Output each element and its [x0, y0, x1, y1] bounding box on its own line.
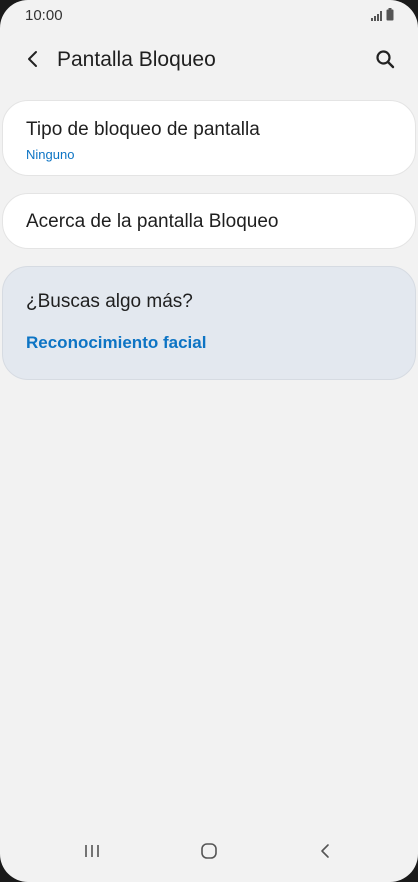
about-lock-screen-setting[interactable]: Acerca de la pantalla Bloqueo — [2, 193, 416, 249]
about-lock-screen-label: Acerca de la pantalla Bloqueo — [26, 211, 279, 232]
back-icon — [319, 843, 331, 864]
chevron-left-icon — [26, 50, 40, 73]
system-back-button[interactable] — [305, 838, 345, 868]
suggestions-card: ¿Buscas algo más? Reconocimiento facial — [2, 266, 416, 380]
app-bar: Pantalla Bloqueo — [0, 40, 418, 82]
recents-icon — [83, 843, 101, 864]
navigation-bar — [0, 824, 418, 882]
lock-type-label: Tipo de bloqueo de pantalla — [26, 119, 260, 140]
suggestions-heading: ¿Buscas algo más? — [26, 291, 193, 312]
back-button[interactable] — [18, 46, 48, 76]
lock-type-setting[interactable]: Tipo de bloqueo de pantalla Ninguno — [2, 100, 416, 176]
home-icon — [200, 842, 218, 865]
status-time: 10:00 — [25, 7, 63, 24]
battery-icon — [386, 8, 394, 26]
home-button[interactable] — [189, 838, 229, 868]
lock-type-value: Ninguno — [26, 147, 75, 162]
search-button[interactable] — [370, 46, 400, 76]
face-recognition-link[interactable]: Reconocimiento facial — [26, 333, 206, 353]
page-title: Pantalla Bloqueo — [57, 48, 216, 71]
recents-button[interactable] — [72, 838, 112, 868]
status-icons — [371, 8, 394, 26]
search-icon — [375, 49, 395, 74]
status-bar: 10:00 — [0, 0, 418, 34]
screen: 10:00 Pantalla Bloqueo Tipo de bloqueo d… — [0, 0, 418, 882]
signal-icon — [371, 8, 383, 26]
